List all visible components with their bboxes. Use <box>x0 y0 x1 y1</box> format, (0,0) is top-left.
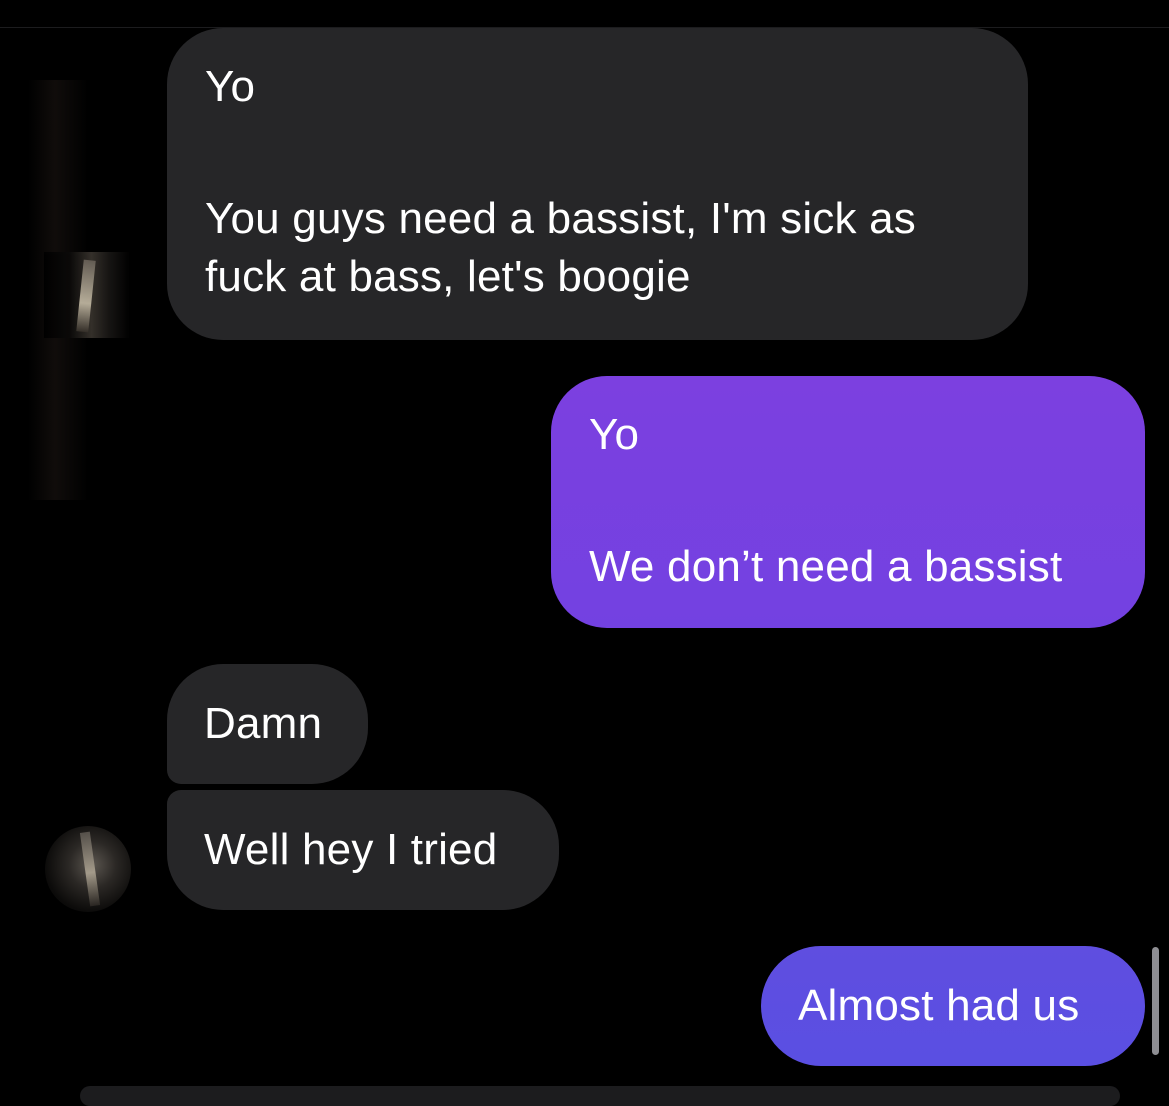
message-bubble-incoming[interactable]: Yo You guys need a bassist, I'm sick as … <box>167 28 1028 340</box>
message-text: Almost had us <box>798 981 1080 1030</box>
message-bubble-incoming[interactable]: Damn <box>167 664 368 784</box>
message-text: fuck at bass, let's boogie <box>205 252 691 301</box>
scrollbar[interactable] <box>1152 947 1159 1055</box>
avatar-highlight <box>79 831 101 907</box>
message-text: Damn <box>204 699 323 748</box>
avatar-highlight <box>76 259 96 333</box>
message-bubble-incoming[interactable]: Well hey I tried <box>167 790 559 910</box>
contact-avatar-icon[interactable] <box>45 826 131 912</box>
message-text: You guys need a bassist, I'm sick as <box>205 194 917 243</box>
message-bubble-outgoing[interactable]: Almost had us <box>761 946 1145 1066</box>
contact-avatar-icon[interactable] <box>44 252 130 338</box>
message-composer[interactable] <box>80 1086 1120 1106</box>
message-text: We don’t need a bassist <box>589 542 1063 591</box>
message-text: Yo <box>205 62 256 111</box>
message-bubble-outgoing[interactable]: Yo We don’t need a bassist <box>551 376 1145 628</box>
message-text: Well hey I tried <box>204 825 498 874</box>
message-text: Yo <box>589 410 640 459</box>
